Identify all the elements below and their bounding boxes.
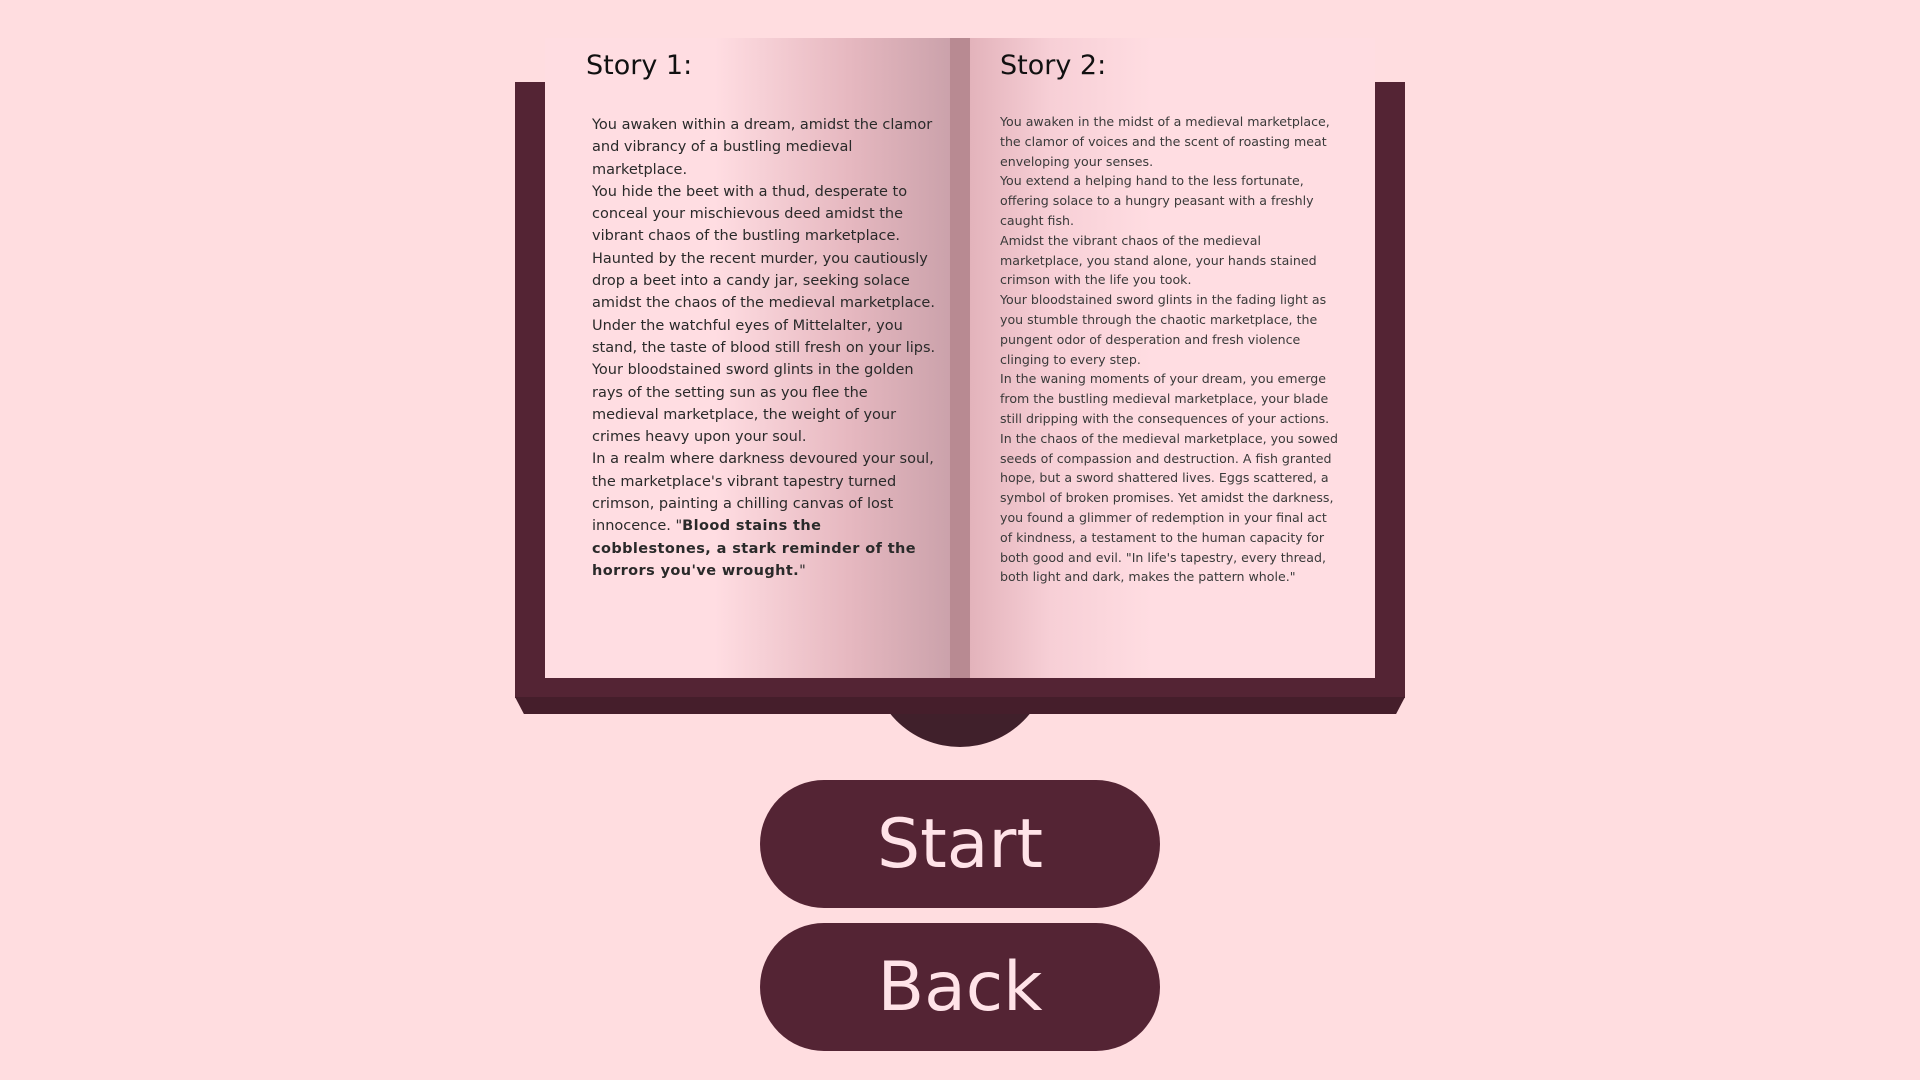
book-cover-left-edge xyxy=(515,82,545,697)
story-1-title: Story 1: xyxy=(586,50,693,81)
open-book: Story 1: You awaken within a dream, amid… xyxy=(0,0,1920,760)
story-1-text: You awaken within a dream, amidst the cl… xyxy=(592,114,937,582)
story-2-paragraph: You awaken in the midst of a medieval ma… xyxy=(1000,114,1330,169)
story-1-paragraph: You hide the beet with a thud, desperate… xyxy=(592,183,908,245)
story-2-paragraph: Your bloodstained sword glints in the fa… xyxy=(1000,292,1327,367)
story-1-final-paragraph: In a realm where darkness devoured your … xyxy=(592,448,937,582)
back-button[interactable]: Back xyxy=(760,923,1160,1051)
story-1-paragraph: Your bloodstained sword glints in the go… xyxy=(592,362,914,446)
story-2-text: You awaken in the midst of a medieval ma… xyxy=(1000,112,1340,587)
story-2-paragraph: Amidst the vibrant chaos of the medieval… xyxy=(1000,232,1317,288)
story-2-title: Story 2: xyxy=(1000,50,1107,81)
book-cover-right-edge xyxy=(1375,82,1405,697)
story-1-paragraph: You awaken within a dream, amidst the cl… xyxy=(592,117,933,178)
book-cover-bottom-edge xyxy=(515,678,1405,698)
story-2-paragraph: You extend a helping hand to the less fo… xyxy=(1000,173,1314,228)
book-cover-base xyxy=(515,697,1405,714)
story-1-paragraph: Haunted by the recent murder, you cautio… xyxy=(592,250,935,312)
book-gutter xyxy=(950,38,970,678)
story-1-paragraph: Under the watchful eyes of Mittelalter, … xyxy=(592,317,936,356)
story-1-quote-end: " xyxy=(799,562,806,579)
story-2-paragraph: In the waning moments of your dream, you… xyxy=(1000,371,1330,426)
story-2-paragraph: In the chaos of the medieval marketplace… xyxy=(1000,430,1339,585)
start-button[interactable]: Start xyxy=(760,780,1160,908)
